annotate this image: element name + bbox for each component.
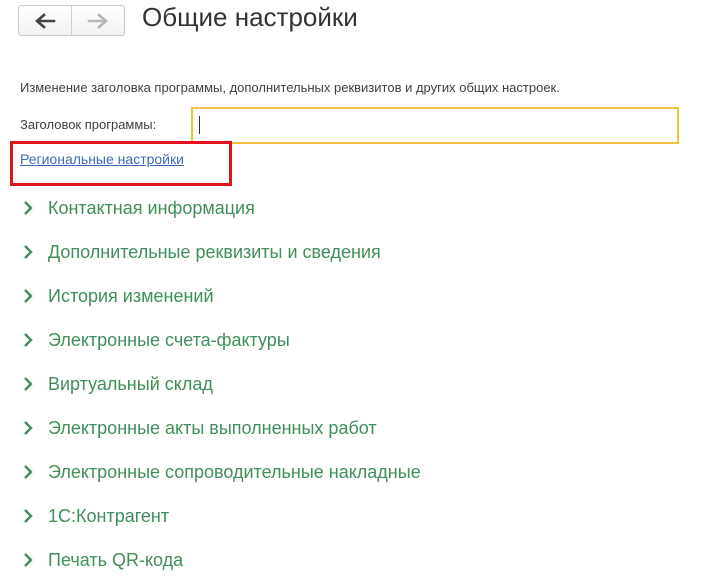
section-label: Дополнительные реквизиты и сведения — [48, 241, 381, 262]
section-label: История изменений — [48, 285, 214, 306]
arrow-left-icon — [35, 12, 56, 29]
chevron-right-icon — [22, 331, 36, 349]
section-qr-print[interactable]: Печать QR-кода — [22, 538, 421, 582]
chevron-right-icon — [22, 507, 36, 525]
chevron-right-icon — [22, 287, 36, 305]
chevron-right-icon — [22, 419, 36, 437]
section-electronic-waybills[interactable]: Электронные сопроводительные накладные — [22, 450, 421, 494]
settings-sections-list: Контактная информация Дополнительные рек… — [22, 186, 421, 582]
back-button[interactable] — [19, 6, 71, 35]
forward-button[interactable] — [71, 6, 124, 35]
chevron-right-icon — [22, 551, 36, 569]
section-contact-info[interactable]: Контактная информация — [22, 186, 421, 230]
program-title-input[interactable] — [191, 107, 679, 144]
page-title: Общие настройки — [142, 2, 358, 32]
chevron-right-icon — [22, 243, 36, 261]
arrow-right-icon — [87, 12, 108, 29]
section-change-history[interactable]: История изменений — [22, 274, 421, 318]
section-label: Электронные акты выполненных работ — [48, 417, 377, 438]
chevron-right-icon — [22, 199, 36, 217]
program-title-label: Заголовок программы: — [20, 117, 157, 132]
section-virtual-warehouse[interactable]: Виртуальный склад — [22, 362, 421, 406]
regional-settings-link[interactable]: Региональные настройки — [20, 151, 184, 167]
section-label: Электронные счета-фактуры — [48, 329, 290, 350]
section-label: Виртуальный склад — [48, 373, 213, 394]
section-additional-attributes[interactable]: Дополнительные реквизиты и сведения — [22, 230, 421, 274]
section-1c-counterparty[interactable]: 1С:Контрагент — [22, 494, 421, 538]
section-electronic-invoices[interactable]: Электронные счета-фактуры — [22, 318, 421, 362]
form-description: Изменение заголовка программы, дополните… — [20, 80, 560, 95]
navigation-buttons — [18, 5, 125, 36]
section-label: Печать QR-кода — [48, 549, 184, 570]
section-label: 1С:Контрагент — [48, 505, 170, 526]
chevron-right-icon — [22, 375, 36, 393]
section-label: Контактная информация — [48, 197, 255, 218]
section-label: Электронные сопроводительные накладные — [48, 461, 421, 482]
text-cursor — [199, 116, 200, 134]
chevron-right-icon — [22, 463, 36, 481]
section-electronic-acts[interactable]: Электронные акты выполненных работ — [22, 406, 421, 450]
